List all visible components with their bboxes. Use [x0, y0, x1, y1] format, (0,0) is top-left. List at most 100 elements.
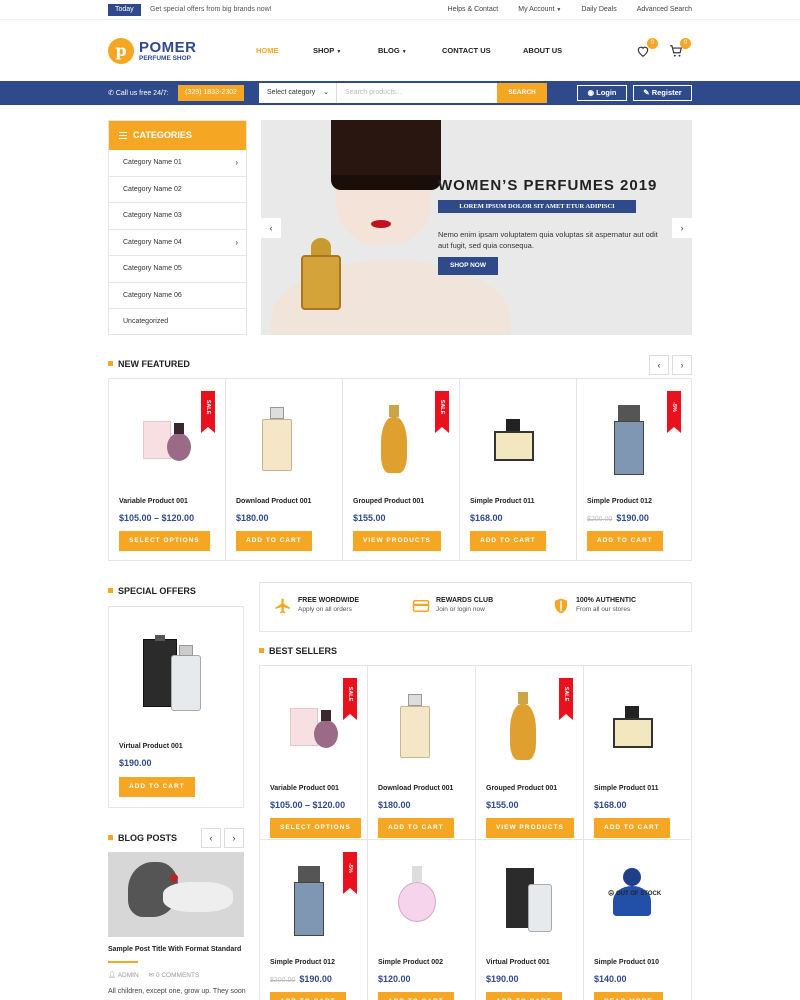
product-name[interactable]: Simple Product 002	[378, 959, 443, 966]
register-label: Register	[651, 88, 682, 97]
featured-prev-button[interactable]: ‹	[649, 355, 669, 375]
category-label: Category Name 01	[123, 159, 182, 166]
logo[interactable]: p POMER PERFUME SHOP	[108, 38, 198, 66]
product-image[interactable]	[143, 403, 191, 475]
chevron-right-icon: ›	[680, 360, 684, 370]
category-select[interactable]: Select category ⌄	[259, 83, 337, 103]
new-featured-title: NEW FEATURED	[108, 359, 190, 369]
blog-prev-button[interactable]: ‹	[201, 828, 221, 848]
featured-next-button[interactable]: ›	[672, 355, 692, 375]
slider-prev-button[interactable]: ‹	[261, 218, 281, 238]
product-image[interactable]	[613, 690, 661, 762]
nav-blog[interactable]: BLOG ▼	[378, 46, 407, 55]
product-price: $120.00	[378, 974, 411, 984]
product-name[interactable]: Grouped Product 001	[486, 785, 557, 792]
product-action-button[interactable]: VIEW PRODUCTS	[353, 531, 441, 551]
search-button[interactable]: SEARCH	[497, 83, 547, 103]
nav-about[interactable]: ABOUT US	[523, 46, 562, 55]
my-account-link[interactable]: My Account ▼	[518, 4, 561, 16]
slider-next-button[interactable]: ›	[672, 218, 692, 238]
search-input[interactable]: Search products...	[337, 83, 497, 103]
blog-author[interactable]: 👤︎ ADMIN	[108, 971, 139, 979]
product-image[interactable]	[505, 864, 554, 936]
product-name[interactable]: Simple Product 010	[594, 959, 659, 966]
product-image[interactable]	[260, 403, 308, 475]
product-name[interactable]: Virtual Product 001	[119, 743, 183, 750]
category-item[interactable]: Category Name 01 ›	[109, 150, 246, 177]
add-to-cart-button[interactable]: ADD TO CART	[119, 777, 195, 797]
today-badge: Today	[108, 4, 141, 16]
chevron-right-icon: ›	[235, 237, 238, 247]
product-action-button[interactable]: READ MORE	[594, 992, 663, 1000]
product-current-price: $190.00	[616, 513, 649, 523]
advanced-search-link[interactable]: Advanced Search	[637, 4, 692, 16]
product-action-button[interactable]: ADD TO CART	[378, 818, 454, 838]
product-action-button[interactable]: ADD TO CART	[270, 992, 346, 1000]
blog-comments[interactable]: ✉ 0 COMMENTS	[149, 971, 200, 979]
product-name[interactable]: Variable Product 001	[119, 498, 188, 505]
call-label-text: Call us free 24/7:	[115, 90, 169, 97]
blog-excerpt: All children, except one, grow up. They …	[108, 988, 246, 995]
blog-author-name: ADMIN	[117, 972, 139, 979]
product-price: $180.00	[378, 800, 411, 810]
product-image[interactable]	[289, 690, 338, 762]
category-label: Category Name 04	[123, 238, 182, 246]
product-current-price: $155.00	[353, 513, 386, 523]
blog-post-title[interactable]: Sample Post Title With Format Standard	[108, 946, 241, 953]
help-contact-link[interactable]: Helps & Contact	[448, 4, 499, 16]
cart-button[interactable]: 0	[669, 38, 691, 58]
shop-now-button[interactable]: SHOP NOW	[438, 257, 498, 275]
blog-next-button[interactable]: ›	[224, 828, 244, 848]
product-image[interactable]	[290, 864, 338, 936]
sale-ribbon: SALE	[201, 391, 215, 433]
category-item[interactable]: Uncategorized	[109, 309, 246, 336]
category-item[interactable]: Category Name 05	[109, 256, 246, 283]
login-button[interactable]: ◉ Login	[577, 85, 627, 101]
product-image[interactable]	[398, 690, 446, 762]
phone-number[interactable]: (329) 1833-2302	[178, 85, 244, 101]
product-card: Simple Product 011 $168.00 ADD TO CART	[584, 666, 690, 839]
product-action-button[interactable]: ADD TO CART	[587, 531, 663, 551]
nav-contact[interactable]: CONTACT US	[442, 46, 491, 55]
category-item[interactable]: Category Name 02	[109, 177, 246, 203]
product-action-button[interactable]: SELECT OPTIONS	[270, 818, 361, 838]
nav-shop[interactable]: SHOP ▼	[313, 46, 341, 55]
blog-post-image[interactable]	[108, 852, 244, 937]
chevron-down-icon: ⌄	[323, 89, 329, 96]
category-item[interactable]: Category Name 06	[109, 283, 246, 309]
product-action-button[interactable]: ADD TO CART	[486, 992, 562, 1000]
product-action-button[interactable]: VIEW PRODUCTS	[486, 818, 574, 838]
wishlist-button[interactable]: 0	[636, 38, 658, 58]
product-card: SALE Variable Product 001 $105.00 – $120.0…	[260, 666, 368, 839]
product-image[interactable]	[613, 864, 661, 936]
product-current-price: $155.00	[486, 800, 519, 810]
product-name[interactable]: Variable Product 001	[270, 785, 339, 792]
register-button[interactable]: ✎ Register	[633, 85, 692, 101]
daily-deals-link[interactable]: Daily Deals	[581, 4, 616, 16]
product-name[interactable]: Download Product 001	[378, 785, 453, 792]
product-name[interactable]: Download Product 001	[236, 498, 311, 505]
blog-divider	[108, 961, 138, 963]
product-name[interactable]: Simple Product 012	[270, 959, 335, 966]
product-name[interactable]: Simple Product 011	[594, 785, 659, 792]
product-image[interactable]	[506, 690, 554, 762]
nav-home[interactable]: HOME	[256, 46, 279, 55]
product-name[interactable]: Grouped Product 001	[353, 498, 424, 505]
product-image[interactable]	[494, 403, 542, 475]
product-action-button[interactable]: SELECT OPTIONS	[119, 531, 210, 551]
feature-title: FREE WORDWIDE	[298, 597, 360, 604]
product-action-button[interactable]: ADD TO CART	[378, 992, 454, 1000]
product-action-button[interactable]: ADD TO CART	[236, 531, 312, 551]
product-name[interactable]: Simple Product 011	[470, 498, 535, 505]
product-name[interactable]: Virtual Product 001	[486, 959, 550, 966]
product-image[interactable]	[141, 635, 211, 715]
product-action-button[interactable]: ADD TO CART	[594, 818, 670, 838]
category-item[interactable]: Category Name 04 ›	[109, 230, 246, 256]
product-image[interactable]	[610, 403, 658, 475]
product-image[interactable]	[397, 864, 446, 936]
product-image[interactable]	[377, 403, 425, 475]
product-action-button[interactable]: ADD TO CART	[470, 531, 546, 551]
chevron-right-icon: ›	[232, 833, 236, 843]
category-item[interactable]: Category Name 03	[109, 203, 246, 230]
product-name[interactable]: Simple Product 012	[587, 498, 652, 505]
